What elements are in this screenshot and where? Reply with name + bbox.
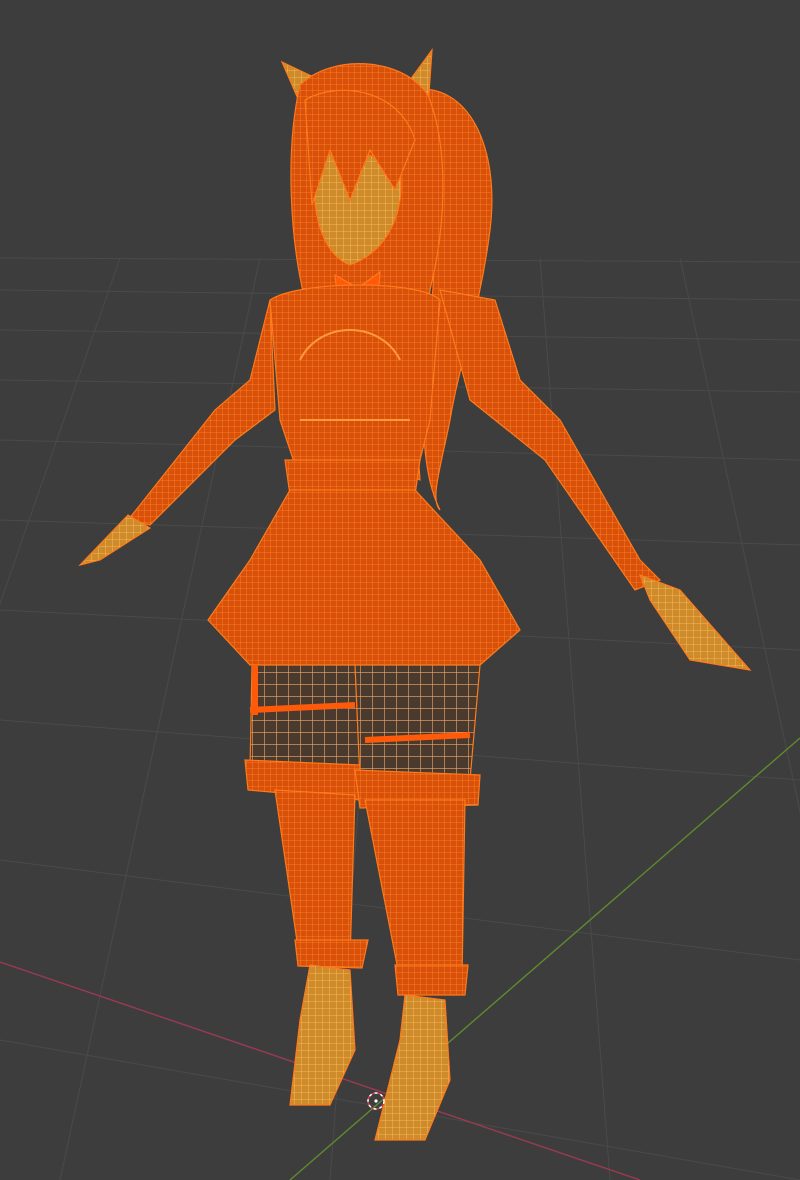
left-thigh-mesh — [249, 664, 361, 771]
left-stocking-mesh — [274, 789, 356, 963]
right-hand-mesh — [638, 573, 752, 671]
right-thigh-mesh — [354, 664, 481, 781]
torso-mesh — [269, 284, 441, 481]
selected-character-mesh[interactable] — [78, 47, 752, 1141]
right-arm-mesh — [439, 289, 662, 591]
left-shoe-mesh — [289, 964, 356, 1106]
left-arm-mesh — [126, 299, 276, 526]
right-stocking-mesh — [364, 799, 466, 981]
right-ankle-frill-mesh — [394, 964, 469, 996]
right-shoe-mesh — [374, 994, 451, 1141]
viewport-canvas[interactable] — [0, 0, 800, 1180]
3d-viewport[interactable] — [0, 0, 800, 1180]
left-ankle-frill-mesh — [294, 939, 369, 969]
skirt-mesh — [207, 489, 521, 666]
